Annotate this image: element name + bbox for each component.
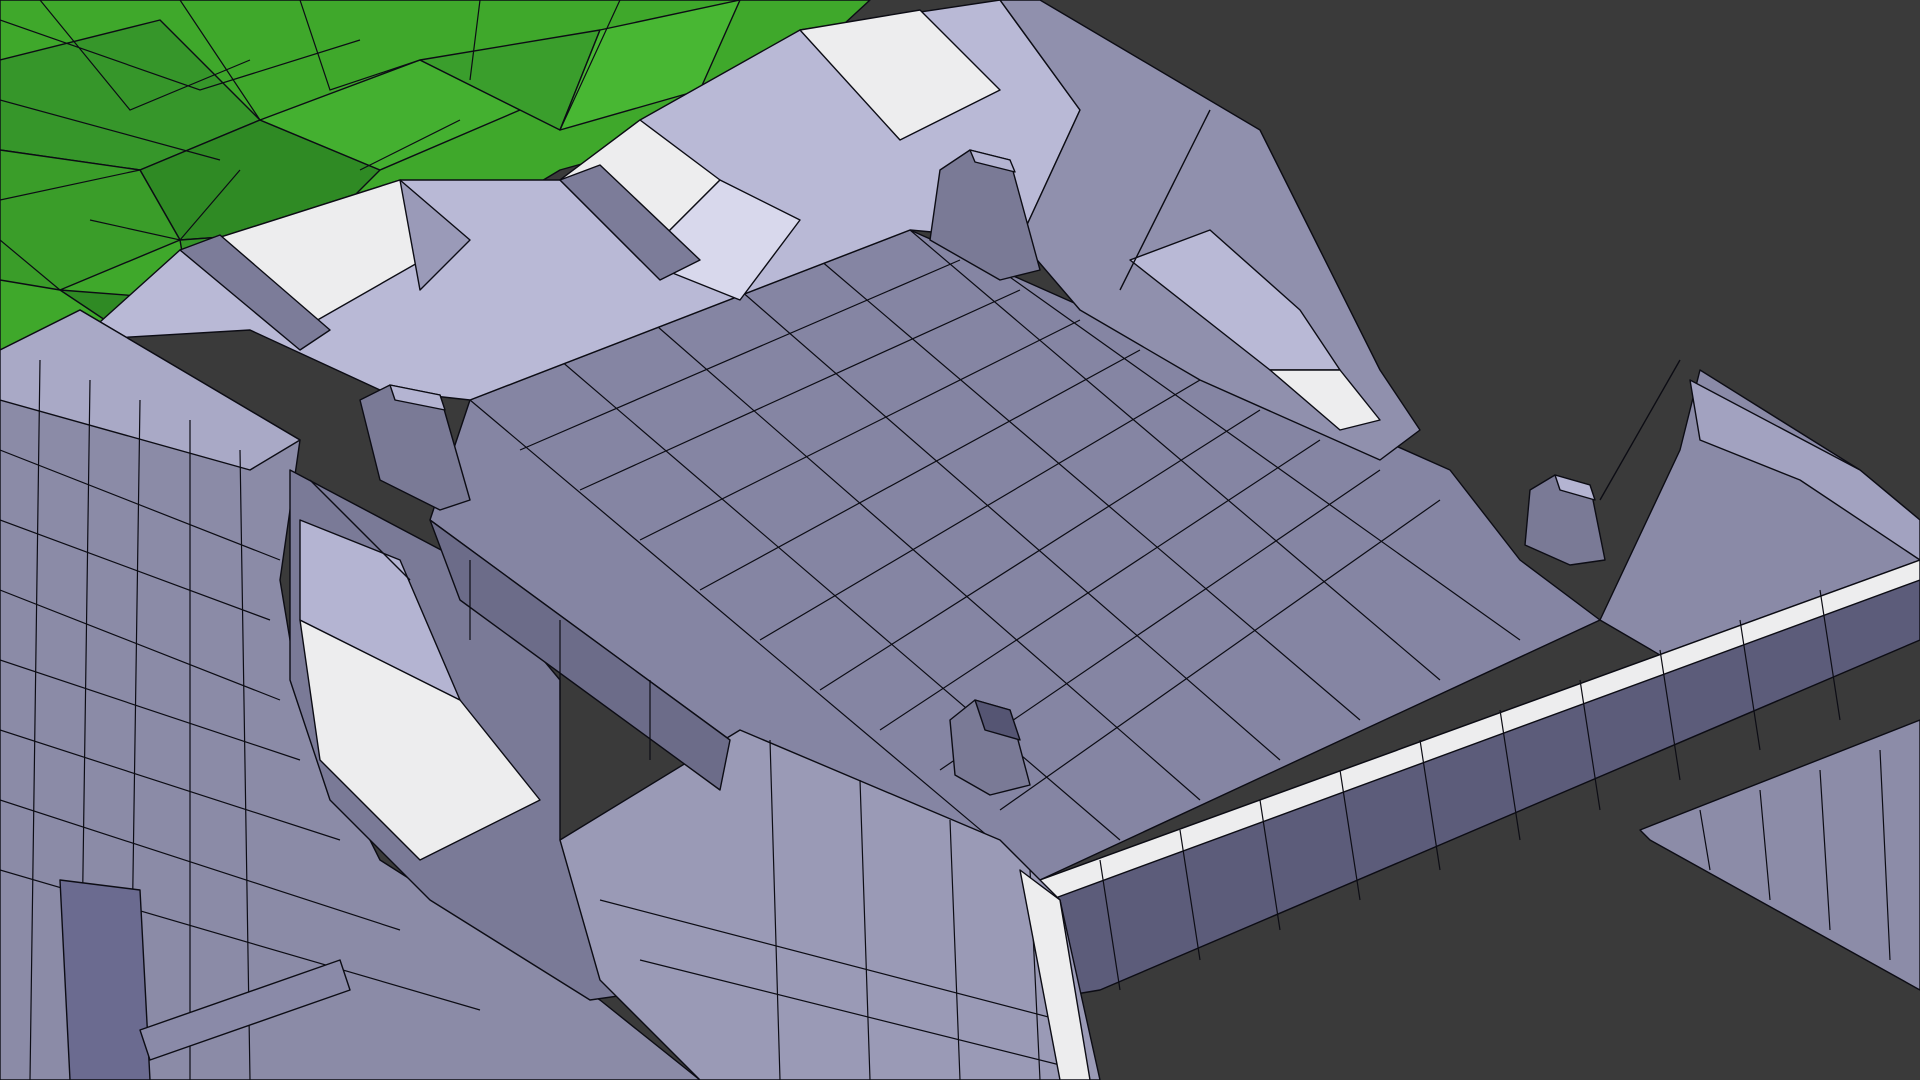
frame-tube [59, 879, 151, 1080]
3d-viewport[interactable] [0, 0, 1920, 1080]
viewport-canvas[interactable] [0, 0, 1920, 1080]
